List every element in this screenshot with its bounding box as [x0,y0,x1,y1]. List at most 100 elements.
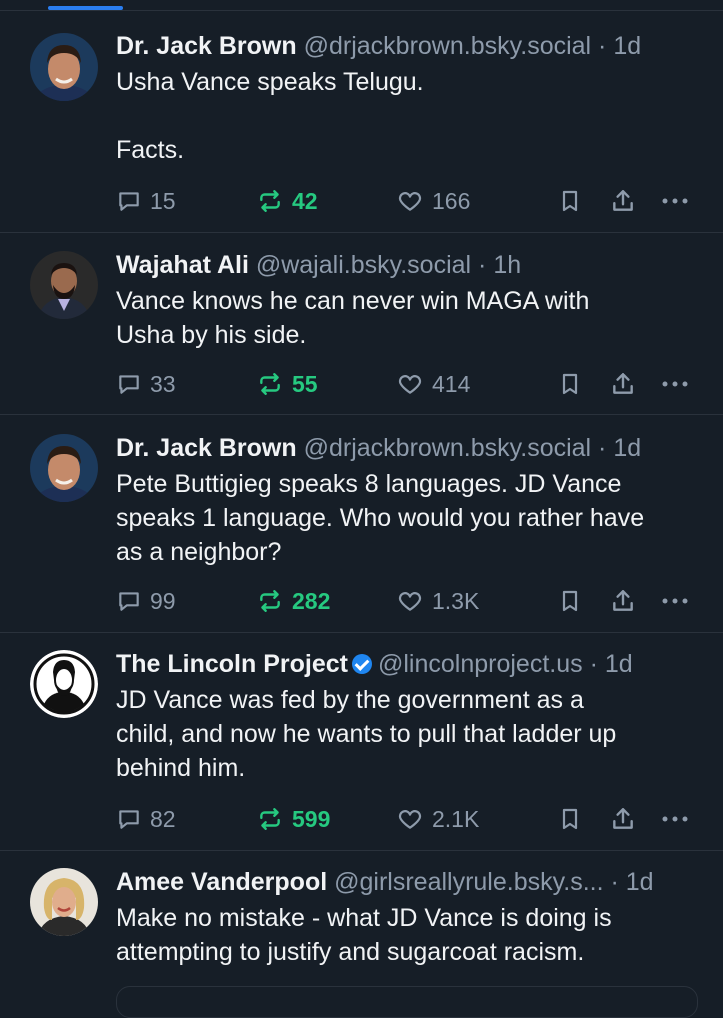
author-handle[interactable]: @drjackbrown.bsky.social [304,434,592,462]
like-button[interactable]: 414 [396,368,470,400]
bookmark-button[interactable] [558,803,582,835]
reply-button[interactable]: 15 [116,185,176,217]
author-name[interactable]: Dr. Jack Brown [116,32,297,60]
reply-icon [119,592,139,611]
separator: · [591,434,614,462]
post[interactable]: The Lincoln Project @lincolnproject.us · … [0,633,723,851]
author-name[interactable]: Wajahat Ali [116,251,249,279]
post-text: Vance knows he can never win MAGA with U… [116,287,590,349]
like-button[interactable]: 2.1K [396,803,479,835]
separator: · [471,251,494,279]
repost-count: 282 [292,587,331,614]
share-icon [613,590,633,611]
like-count: 2.1K [432,805,480,832]
ellipsis-icon [662,198,688,204]
like-count: 1.3K [432,587,480,614]
post-header: Dr. Jack Brown @drjackbrown.bsky.social … [116,31,703,61]
avatar[interactable] [30,650,98,718]
post[interactable]: Dr. Jack Brown @drjackbrown.bsky.social … [0,11,723,233]
separator: · [603,868,626,896]
bookmark-icon [562,808,578,830]
reply-button[interactable]: 82 [116,803,176,835]
embedded-card[interactable] [116,986,698,1018]
repost-button[interactable]: 42 [256,185,318,217]
heart-icon [398,375,422,394]
bookmark-button[interactable] [558,185,582,217]
post-actions: 99 282 1.3K [116,585,696,617]
bookmark-icon [562,590,578,612]
reply-button[interactable]: 99 [116,585,176,617]
author-handle[interactable]: @wajali.bsky.social [256,251,471,279]
post-actions: 15 42 166 [116,185,696,217]
reply-icon [119,810,139,829]
more-options-button[interactable] [660,585,690,617]
post-text: JD Vance was fed by the government as a … [116,686,617,782]
author-name[interactable]: Amee Vanderpool [116,868,327,896]
repost-count: 55 [292,370,318,397]
reply-button[interactable]: 33 [116,368,176,400]
timestamp[interactable]: 1d [613,434,641,462]
repost-button[interactable]: 282 [256,585,330,617]
like-button[interactable]: 1.3K [396,585,479,617]
repost-icon [260,590,280,612]
share-button[interactable] [610,803,636,835]
timestamp[interactable]: 1d [626,868,654,896]
heart-icon [398,810,422,829]
repost-button[interactable]: 599 [256,803,330,835]
post[interactable]: Wajahat Ali @wajali.bsky.social · 1h Van… [0,233,723,415]
avatar[interactable] [30,251,98,319]
share-button[interactable] [610,185,636,217]
separator: · [591,32,614,60]
share-icon [613,808,633,829]
ellipsis-icon [662,598,688,604]
author-handle[interactable]: @lincolnproject.us [378,650,583,678]
share-button[interactable] [610,368,636,400]
author-name[interactable]: Dr. Jack Brown [116,434,297,462]
share-button[interactable] [610,585,636,617]
ellipsis-icon [662,381,688,387]
like-count: 166 [432,187,471,214]
repost-button[interactable]: 55 [256,368,318,400]
bookmark-icon [562,373,578,395]
bookmark-button[interactable] [558,585,582,617]
avatar[interactable] [30,868,98,936]
post-text: Make no mistake - what JD Vance is doing… [116,904,612,966]
more-options-button[interactable] [660,803,690,835]
share-icon [613,373,633,394]
repost-count: 599 [292,805,331,832]
heart-icon [398,592,422,611]
post-header: Dr. Jack Brown @drjackbrown.bsky.social … [116,433,703,463]
more-options-button[interactable] [660,368,690,400]
share-icon [613,190,633,211]
timestamp[interactable]: 1h [493,251,521,279]
separator: · [582,650,605,678]
bookmark-button[interactable] [558,368,582,400]
repost-icon [260,373,280,395]
more-options-button[interactable] [660,185,690,217]
verified-badge-icon [351,654,372,674]
author-name[interactable]: The Lincoln Project [116,650,348,678]
reply-count: 99 [150,587,176,614]
reply-icon [119,192,139,211]
reply-count: 15 [150,187,176,214]
post[interactable]: Amee Vanderpool @girlsreallyrule.bsky.s.… [0,851,723,1000]
reply-count: 33 [150,370,176,397]
post-actions: 33 55 414 [116,368,696,400]
like-count: 414 [432,370,471,397]
reply-count: 82 [150,805,176,832]
avatar[interactable] [30,434,98,502]
repost-icon [260,808,280,830]
timestamp[interactable]: 1d [613,32,641,60]
bookmark-icon [562,190,578,212]
post-actions: 82 599 2.1K [116,803,696,835]
author-handle[interactable]: @girlsreallyrule.bsky.s... [334,868,603,896]
post-header: The Lincoln Project @lincolnproject.us · … [116,649,703,679]
post-header: Wajahat Ali @wajali.bsky.social · 1h [116,250,703,280]
like-button[interactable]: 166 [396,185,470,217]
reply-icon [119,375,139,394]
ellipsis-icon [662,816,688,822]
post[interactable]: Dr. Jack Brown @drjackbrown.bsky.social … [0,415,723,633]
timestamp[interactable]: 1d [605,650,633,678]
author-handle[interactable]: @drjackbrown.bsky.social [304,32,592,60]
avatar[interactable] [30,33,98,101]
